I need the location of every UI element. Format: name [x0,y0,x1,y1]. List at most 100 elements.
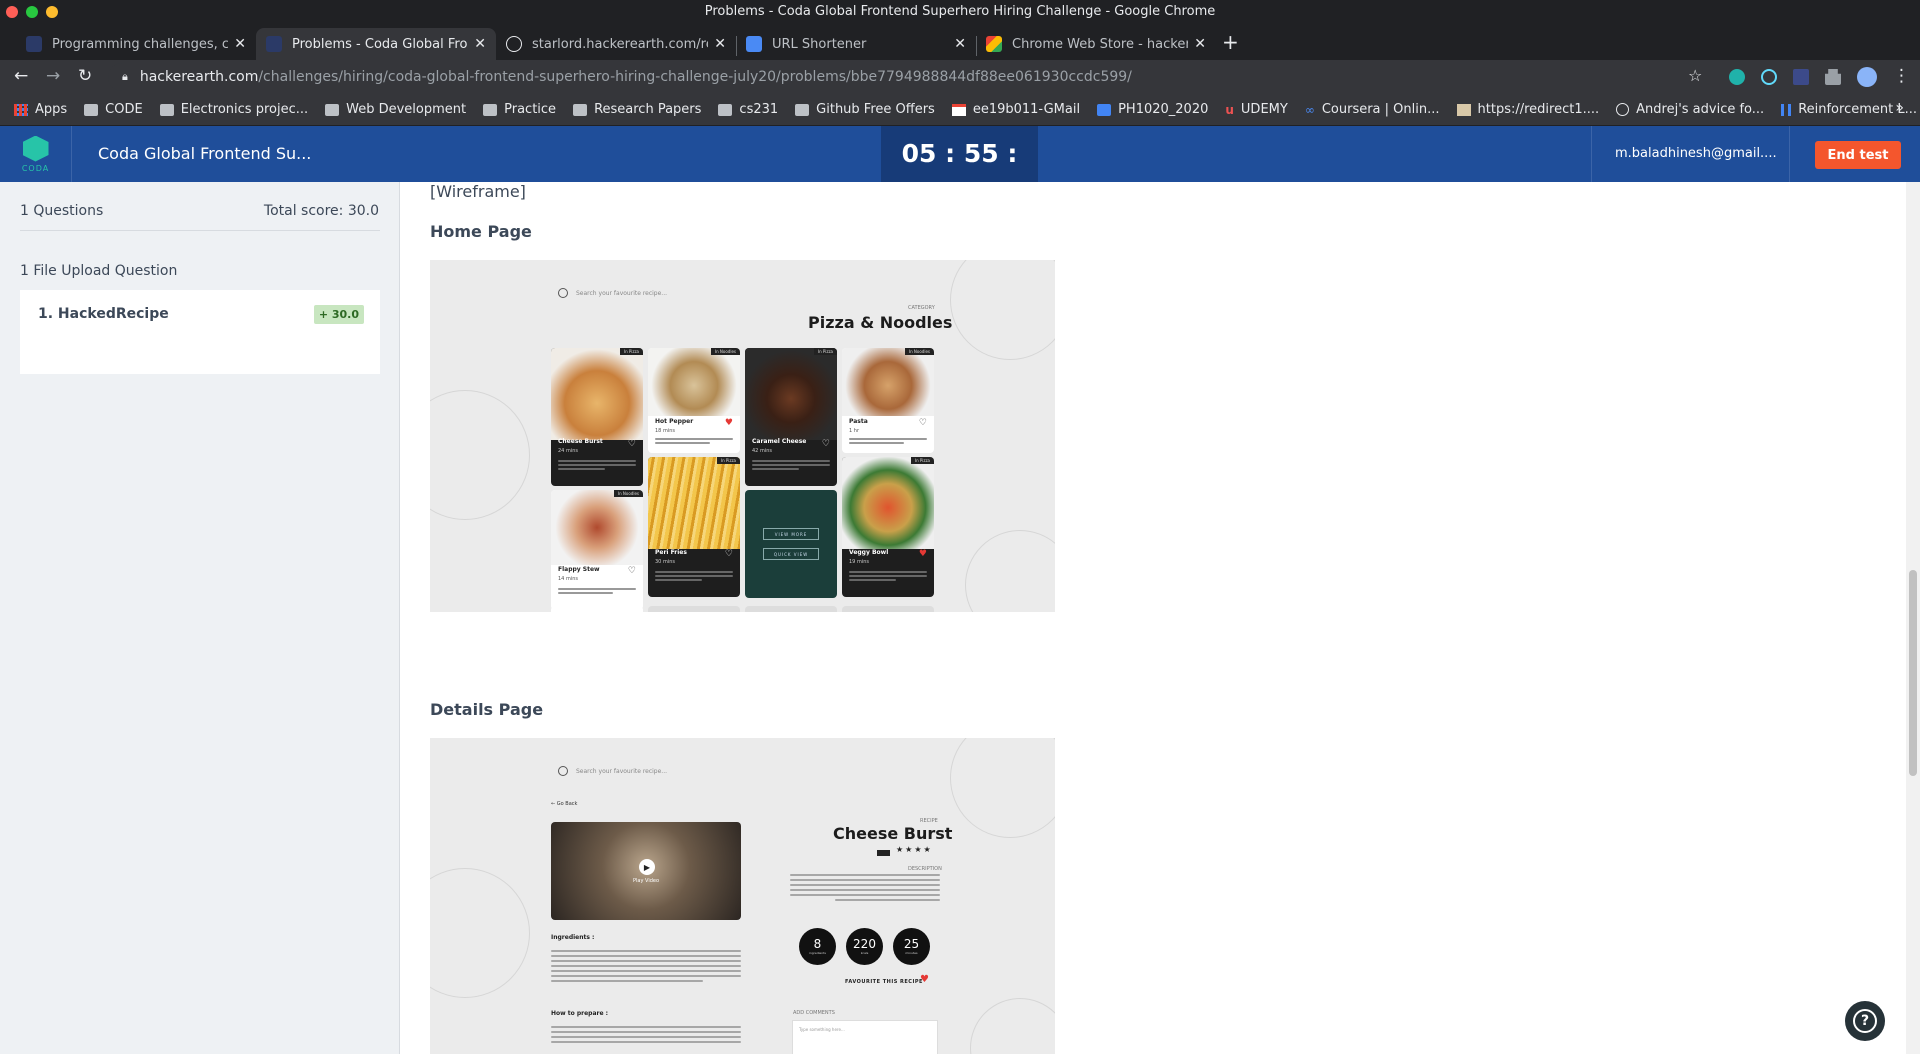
bookmark-udemy[interactable]: u UDEMY [1225,102,1287,117]
close-tab-icon[interactable]: ✕ [954,36,966,52]
recipe-tag: In Noodles [710,348,740,355]
new-tab-icon[interactable]: + [1222,30,1239,54]
bookmark-label: cs231 [739,102,779,117]
close-window-button[interactable] [6,6,18,18]
globe-icon [506,36,522,52]
mock-comments-label: ADD COMMENTS [793,1010,835,1016]
play-video-label: Play Video [633,878,660,884]
bookmarks-overflow-icon[interactable]: » [1895,100,1904,116]
close-tab-icon[interactable]: ✕ [714,36,726,52]
recipe-time: 19 mins [849,559,869,565]
stat-ingredients: 8 ingredients [799,928,836,965]
recipe-card: In Pizza Caramel Cheese 42 mins ♡ [745,348,837,486]
close-tab-icon[interactable]: ✕ [234,36,246,52]
coda-logo[interactable]: CODA [0,126,72,182]
recipe-time: 30 mins [655,559,675,565]
question-card[interactable]: 1. HackedRecipe + 30.0 [20,290,380,374]
recipe-card-hover: VIEW MORE QUICK VIEW [745,490,837,598]
extension-m-icon[interactable] [1729,69,1745,85]
folder-icon [84,103,99,116]
react-devtools-icon[interactable] [1761,69,1777,85]
recipe-time: 1 hr [849,428,859,434]
recipe-card-partial [745,606,837,612]
extension-icon[interactable] [1793,69,1809,85]
help-question-icon: ? [1853,1009,1877,1033]
mock-search: Search your favourite recipe... [558,766,667,776]
section-title: 1 File Upload Question [20,263,178,279]
hackerearth-favicon-icon [26,36,42,52]
user-email[interactable]: m.baladhinesh@gmail.... [1615,146,1777,161]
bookmark-code[interactable]: CODE [84,102,143,117]
recipe-image [648,457,740,549]
bookmark-andrej-advice[interactable]: Andrej's advice fo... [1616,102,1764,117]
bookmark-ph1020[interactable]: PH1020_2020 [1097,102,1208,117]
close-tab-icon[interactable]: ✕ [474,36,486,52]
bookmark-practice[interactable]: Practice [483,102,556,117]
bookmark-research-papers[interactable]: Research Papers [573,102,701,117]
back-arrow-icon[interactable]: ← [14,66,28,86]
window-controls [6,6,58,18]
bookmark-gmail[interactable]: ee19b011-GMail [951,102,1080,117]
minimize-window-button[interactable] [46,6,58,18]
tab-starlord[interactable]: starlord.hackerearth.com/re ✕ [496,28,736,60]
forward-arrow-icon[interactable]: → [46,66,60,86]
recipe-image [745,348,837,440]
decor-food-outline [950,738,1055,838]
profile-avatar[interactable] [1857,67,1877,87]
bookmark-apps[interactable]: Apps [14,102,67,117]
view-more-button: VIEW MORE [763,528,819,540]
recipe-tag: In Noodles [904,348,934,355]
folder-icon [159,103,174,116]
extensions-puzzle-icon[interactable] [1825,69,1841,85]
heart-outline-icon: ♡ [627,566,636,576]
scrollbar-thumb[interactable] [1909,570,1917,776]
recipe-description [655,571,733,583]
end-test-button[interactable]: End test [1815,141,1901,169]
help-button[interactable]: ? [1845,1001,1885,1041]
bookmark-github-free-offers[interactable]: Github Free Offers [795,102,935,117]
tab-programming-challenges[interactable]: Programming challenges, co ✕ [16,28,256,60]
heart-outline-icon: ♡ [821,439,830,449]
recipe-card: In Pizza Cheese Burst 24 mins ♡ [551,348,643,486]
mock-go-back: ← Go Back [551,801,578,807]
reload-icon[interactable]: ↻ [78,66,92,86]
address-bar[interactable]: 🔒︎ hackerearth.com /challenges/hiring/co… [108,63,1698,91]
recipe-name: Peri Fries [655,549,687,556]
header-divider [1591,126,1592,182]
window-title: Problems - Coda Global Frontend Superher… [704,4,1216,19]
recipe-image [551,490,643,565]
score-badge: + 30.0 [313,305,364,324]
stat-unit: ingredients [809,951,826,955]
recipe-description [558,460,636,472]
question-title[interactable]: 1. HackedRecipe [38,306,169,322]
home-page-wireframe: Search your favourite recipe... CATEGORY… [430,260,1055,612]
tab-label: Problems - Coda Global Fron [292,36,469,52]
recipe-card: In Noodles Pasta 1 hr ♡ [842,348,934,453]
url-shortener-favicon-icon [746,36,762,52]
bookmark-label: UDEMY [1240,102,1288,117]
close-tab-icon[interactable]: ✕ [1194,36,1206,52]
maximize-window-button[interactable] [26,6,38,18]
recipe-image [551,348,643,440]
recipe-card-partial [551,606,643,612]
bookmark-redirect[interactable]: https://redirect1.... [1456,102,1599,117]
bookmark-coursera[interactable]: ∞ Coursera | Onlin... [1305,102,1440,117]
bookmark-star-icon[interactable]: ☆ [1688,66,1702,85]
tab-url-shortener[interactable]: URL Shortener ✕ [736,28,976,60]
bookmark-electronics[interactable]: Electronics projec... [159,102,308,117]
folder-icon [718,103,733,116]
recipe-name: Caramel Cheese [752,438,807,445]
bookmark-cs231[interactable]: cs231 [718,102,778,117]
folder-icon [325,103,340,116]
content-scrollbar[interactable] [1906,182,1920,1054]
search-icon [558,288,568,298]
chrome-menu-icon[interactable]: ⋮ [1893,66,1910,86]
mock-search-placeholder: Search your favourite recipe... [576,767,668,775]
tab-chrome-web-store[interactable]: Chrome Web Store - hackere ✕ [976,28,1216,60]
tab-problems-active[interactable]: Problems - Coda Global Fron ✕ [256,28,496,60]
bookmark-web-development[interactable]: Web Development [325,102,466,117]
recipe-tag: In Pizza [813,348,837,355]
stat-kcals: 220 kcals [846,928,883,965]
header-divider [1789,126,1790,182]
mock-search: Search your favourite recipe... [558,288,667,298]
